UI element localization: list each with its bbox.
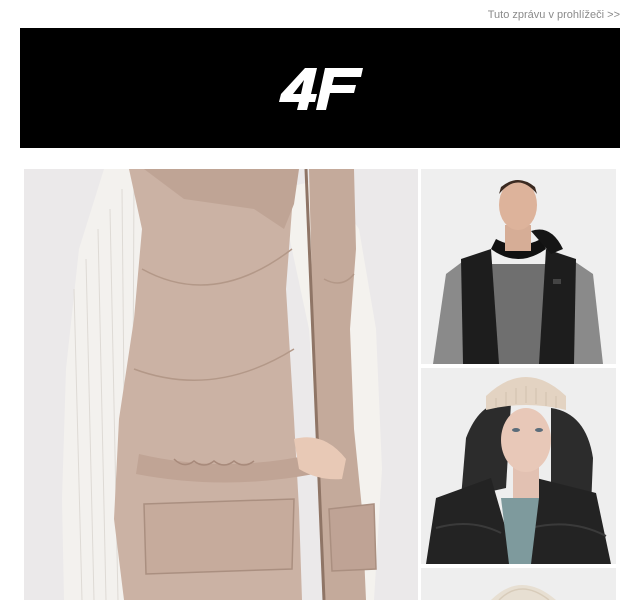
brand-header <box>20 28 620 148</box>
product-tile-black-vest-man[interactable] <box>421 169 616 364</box>
view-in-browser-link[interactable]: Tuto zprávu v prohlížeči >> <box>488 9 620 21</box>
logo-link[interactable] <box>277 66 363 110</box>
product-tile-beige-vest[interactable] <box>24 169 418 600</box>
product-tile-beige-cap[interactable] <box>421 568 616 600</box>
beige-cap-photo-icon <box>421 568 616 600</box>
4f-logo-icon <box>279 68 363 110</box>
product-grid <box>24 169 616 600</box>
black-vest-man-photo-icon <box>421 169 616 364</box>
black-vest-woman-beanie-photo-icon <box>421 368 616 564</box>
product-tile-black-vest-woman[interactable] <box>421 368 616 564</box>
beige-vest-photo-icon <box>24 169 418 600</box>
